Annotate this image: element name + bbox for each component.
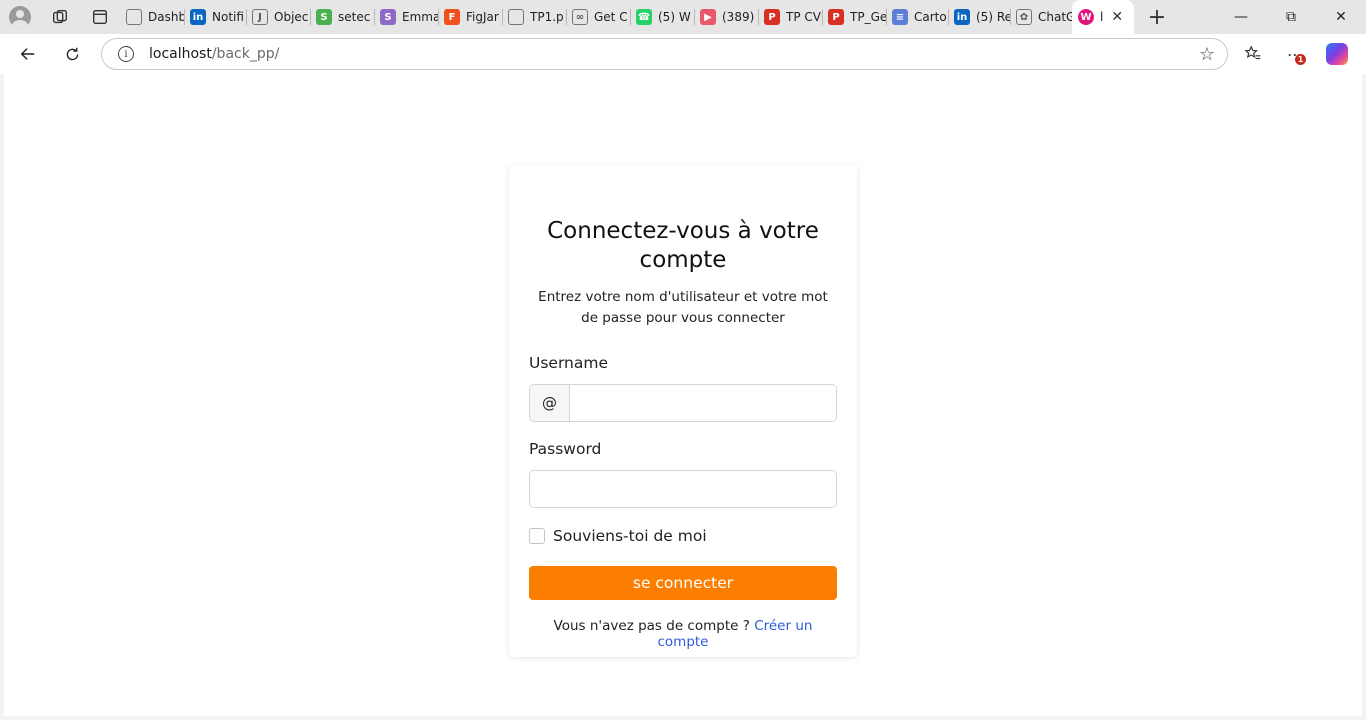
browser-tab[interactable]: in Notifi	[184, 0, 246, 34]
restore-button[interactable]: ⧉	[1266, 0, 1316, 34]
forms-icon: ≡	[892, 9, 908, 25]
tab-title: TP CV	[786, 10, 821, 24]
new-tab-button[interactable]: +	[1140, 0, 1174, 34]
tab-title: Dashb	[148, 10, 184, 24]
workspaces-icon	[53, 10, 67, 24]
tab-title: Notifi	[212, 10, 244, 24]
tab-list: Dashb in Notifi J Objec Ssetec S Emma F FigJar TP1…	[120, 0, 1134, 34]
minimize-button[interactable]: —	[1216, 0, 1266, 34]
browser-tab[interactable]: P TP CV	[758, 0, 822, 34]
remember-me-label[interactable]: Souviens-toi de moi	[553, 527, 707, 545]
username-input-group: @	[529, 384, 837, 422]
toolbar-right: ⋯ 1	[1232, 34, 1366, 74]
browser-tab[interactable]: ☎ (5) W	[630, 0, 694, 34]
workspaces-button[interactable]	[40, 0, 80, 34]
tab-title: TP1.p	[530, 10, 564, 24]
url-path: /back_pp/	[211, 46, 280, 62]
tab-title: Get C	[594, 10, 628, 24]
tab-title: FigJar	[466, 10, 499, 24]
password-input[interactable]	[530, 471, 836, 507]
vertical-tabs-icon	[93, 10, 107, 24]
login-card: Connectez-vous à votre compte Entrez vot…	[509, 165, 857, 657]
url-host: localhost	[149, 46, 212, 62]
login-submit-button[interactable]: se connecter	[529, 566, 837, 600]
back-arrow-icon	[20, 48, 35, 60]
login-subtitle: Entrez votre nom d'utilisateur et votre …	[538, 289, 828, 326]
chatgpt-icon: ✿	[1016, 9, 1032, 25]
wamp-icon: W	[1078, 9, 1094, 25]
linkedin-icon: in	[190, 9, 206, 25]
close-window-button[interactable]: ✕	[1316, 0, 1366, 34]
site-info-icon[interactable]: i	[118, 46, 134, 62]
page-viewport: Connectez-vous à votre compte Entrez vot…	[4, 74, 1362, 716]
active-browser-tab[interactable]: Wl ✕	[1072, 0, 1134, 34]
username-input[interactable]	[570, 385, 836, 421]
profile-button[interactable]	[0, 0, 40, 34]
tab-title: (5) W	[658, 10, 691, 24]
favorites-list-icon	[1244, 45, 1261, 60]
browser-tab[interactable]: J Objec	[246, 0, 310, 34]
browser-tab[interactable]: S Emma	[374, 0, 438, 34]
url-text[interactable]: localhost/back_pp/	[149, 46, 279, 62]
browser-tab[interactable]: ✿ ChatG	[1010, 0, 1072, 34]
copilot-button[interactable]	[1316, 34, 1358, 74]
page-icon	[508, 9, 524, 25]
tab-title: ChatG	[1038, 10, 1072, 24]
tab-title: l	[1100, 10, 1104, 24]
remember-me-checkbox[interactable]	[529, 528, 545, 544]
tab-strip: Dashb in Notifi J Objec Ssetec S Emma F FigJar TP1…	[0, 0, 1366, 34]
pdf-icon: P	[764, 9, 780, 25]
username-label: Username	[529, 354, 609, 372]
profile-avatar-icon	[9, 6, 31, 28]
tab-title: (389)	[722, 10, 755, 24]
remember-me-row: Souviens-toi de moi	[529, 527, 707, 545]
whatsapp-icon: ☎	[636, 9, 652, 25]
copilot-icon	[1326, 43, 1348, 65]
favorites-button[interactable]	[1232, 34, 1274, 74]
signup-prompt: Vous n'avez pas de compte ? Créer un com…	[529, 618, 837, 650]
tab-actions-button[interactable]	[80, 0, 120, 34]
settings-more-button[interactable]: ⋯ 1	[1274, 34, 1316, 74]
browser-tab[interactable]: P TP_Ge	[822, 0, 886, 34]
figma-icon: F	[444, 9, 460, 25]
s-icon: S	[380, 9, 396, 25]
address-bar[interactable]: i localhost/back_pp/ ☆	[101, 38, 1228, 70]
browser-tab[interactable]: in (5) Re	[948, 0, 1010, 34]
tab-title: Objec	[274, 10, 309, 24]
tab-title: TP_Ge	[850, 10, 886, 24]
tab-title: Carto	[914, 10, 947, 24]
browser-tab[interactable]: ≡ Carto	[886, 0, 948, 34]
login-title: Connectez-vous à votre compte	[547, 218, 819, 273]
tab-title: Emma	[402, 10, 438, 24]
linkedin-icon: in	[954, 9, 970, 25]
navigation-bar: i localhost/back_pp/ ☆ ⋯ 1	[0, 34, 1366, 74]
tab-title: (5) Re	[976, 10, 1010, 24]
window-controls: — ⧉ ✕	[1216, 0, 1366, 34]
notification-badge: 1	[1295, 54, 1306, 65]
no-account-text: Vous n'avez pas de compte ?	[553, 618, 750, 634]
browser-tab[interactable]: Ssetec	[310, 0, 374, 34]
page-icon	[126, 9, 142, 25]
swirl-icon: S	[316, 9, 332, 25]
browser-tab[interactable]: F FigJar	[438, 0, 502, 34]
at-sign-addon: @	[530, 385, 570, 421]
refresh-icon	[66, 47, 78, 60]
tab-title: setec	[338, 10, 371, 24]
browser-tab[interactable]: ∞ Get C	[566, 0, 630, 34]
youtube-icon: ▶	[700, 9, 716, 25]
favorite-star-icon[interactable]: ☆	[1199, 44, 1215, 65]
close-tab-icon[interactable]: ✕	[1111, 9, 1123, 25]
browser-tab[interactable]: ▶ (389)	[694, 0, 758, 34]
password-input-group	[529, 470, 837, 508]
back-button[interactable]	[10, 36, 46, 72]
password-label: Password	[529, 440, 602, 458]
browser-tab[interactable]: TP1.p	[502, 0, 566, 34]
j-icon: J	[252, 9, 268, 25]
pdf-icon: P	[828, 9, 844, 25]
link-icon: ∞	[572, 9, 588, 25]
browser-tab[interactable]: Dashb	[120, 0, 184, 34]
refresh-button[interactable]	[54, 36, 90, 72]
